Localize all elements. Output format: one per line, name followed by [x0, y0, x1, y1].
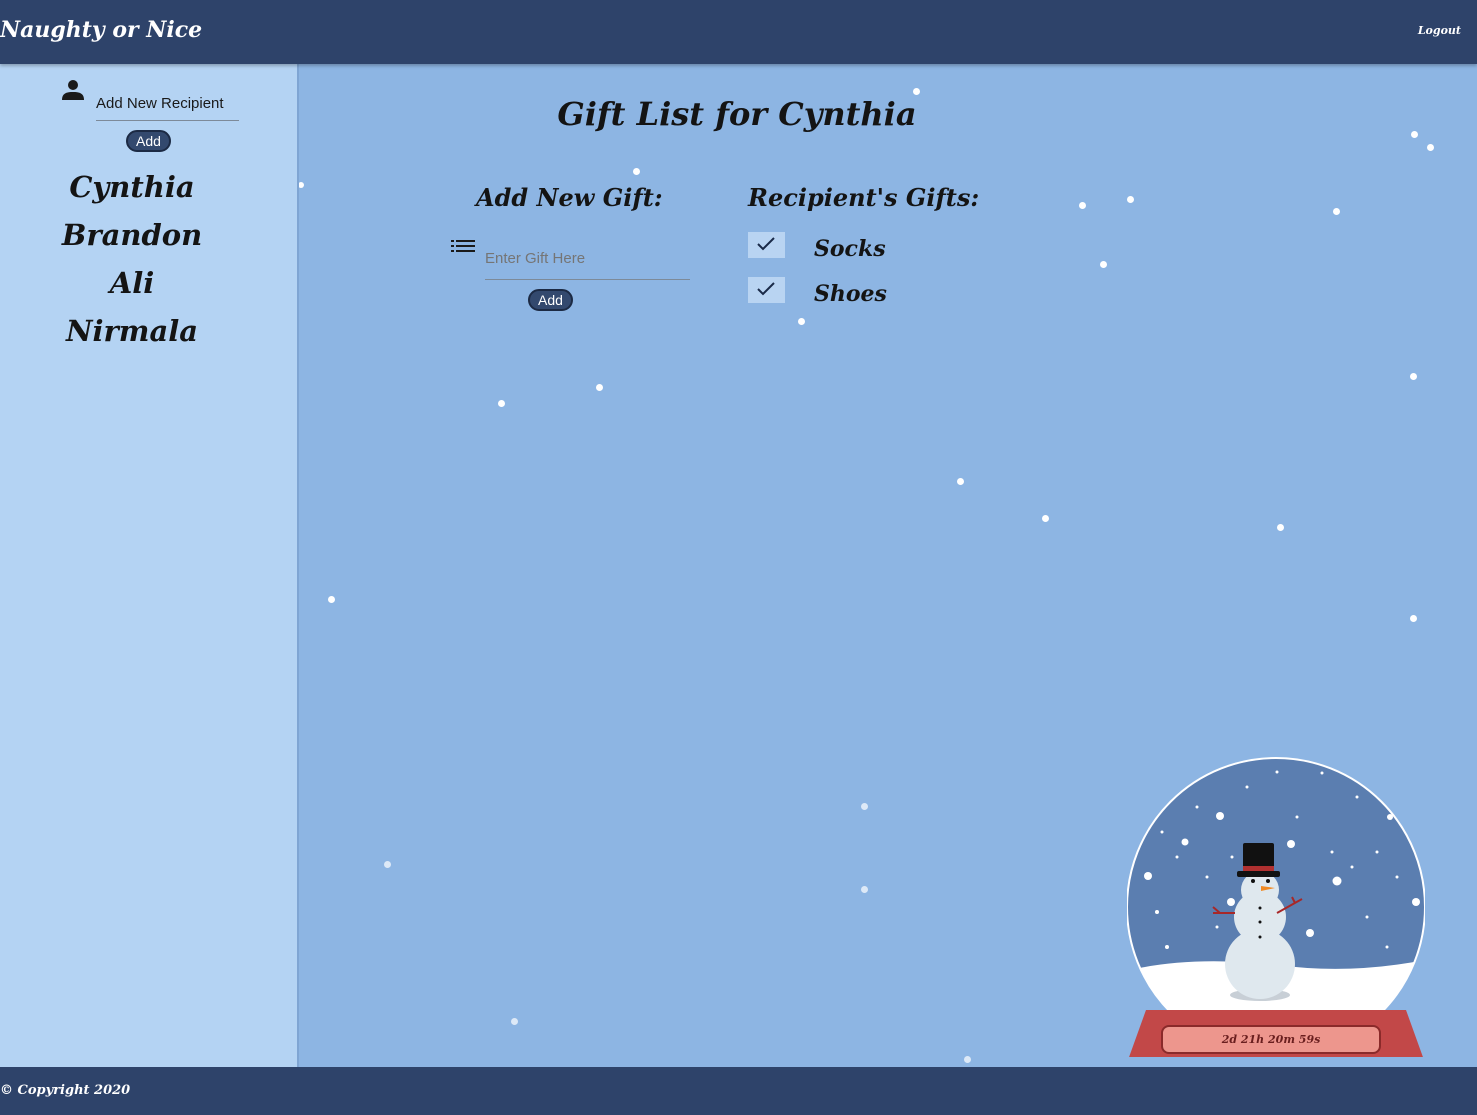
page-title: Gift List for Cynthia: [557, 95, 917, 133]
recipients-sidebar: Add Cynthia Brandon Ali Nirmala: [0, 64, 299, 1067]
snowflake: [1042, 515, 1049, 522]
snowflake: [798, 318, 805, 325]
recipient-item-nirmala[interactable]: Nirmala: [0, 314, 264, 362]
snowflake: [1427, 144, 1434, 151]
recipient-item-brandon[interactable]: Brandon: [0, 218, 264, 266]
gift-input[interactable]: [485, 238, 690, 280]
add-gift-button[interactable]: Add: [528, 289, 573, 311]
countdown-timer: 2d 21h 20m 59s: [1161, 1025, 1381, 1054]
snowflake: [633, 168, 640, 175]
logout-link[interactable]: Logout: [1418, 24, 1461, 37]
check-icon: [757, 282, 775, 296]
top-navbar: Naughty or Nice Logout: [0, 0, 1477, 64]
recipient-list: Cynthia Brandon Ali Nirmala: [0, 170, 264, 362]
person-icon: [62, 80, 84, 100]
check-icon: [757, 237, 775, 251]
add-recipient-input[interactable]: [96, 86, 239, 121]
snowflake: [964, 1056, 971, 1063]
snowflake: [861, 803, 868, 810]
snowflake: [1411, 131, 1418, 138]
copyright-text: © Copyright 2020: [0, 1083, 131, 1098]
gift-checkbox[interactable]: [748, 277, 785, 303]
snowflake: [1079, 202, 1086, 209]
snowflake: [1410, 615, 1417, 622]
add-gift-heading: Add New Gift:: [476, 183, 663, 212]
snowflake: [384, 861, 391, 868]
snowflake: [957, 478, 964, 485]
recipient-item-cynthia[interactable]: Cynthia: [0, 170, 264, 218]
recipient-gifts-heading: Recipient's Gifts:: [748, 183, 980, 212]
add-recipient-button[interactable]: Add: [126, 130, 171, 152]
snowflake: [861, 886, 868, 893]
snowflake: [511, 1018, 518, 1025]
snowflake: [1333, 208, 1340, 215]
snowflake: [913, 88, 920, 95]
gift-name: Socks: [814, 236, 886, 262]
recipient-item-ali[interactable]: Ali: [0, 266, 264, 314]
gift-item: Socks: [748, 232, 1048, 262]
snowflake: [498, 400, 505, 407]
snowflake: [1277, 524, 1284, 531]
footer: © Copyright 2020: [0, 1067, 1477, 1115]
snowman-illustration: [1127, 757, 1425, 1057]
snowflake: [1410, 373, 1417, 380]
snow-globe: 2d 21h 20m 59s: [1127, 757, 1425, 1057]
list-icon: [451, 240, 475, 252]
snowflake: [1127, 196, 1134, 203]
snowflake: [596, 384, 603, 391]
app-title[interactable]: Naughty or Nice: [0, 17, 202, 43]
gift-checkbox[interactable]: [748, 232, 785, 258]
gift-name: Shoes: [814, 281, 887, 307]
snowflake: [328, 596, 335, 603]
snowflake: [1100, 261, 1107, 268]
gift-item: Shoes: [748, 277, 1048, 307]
